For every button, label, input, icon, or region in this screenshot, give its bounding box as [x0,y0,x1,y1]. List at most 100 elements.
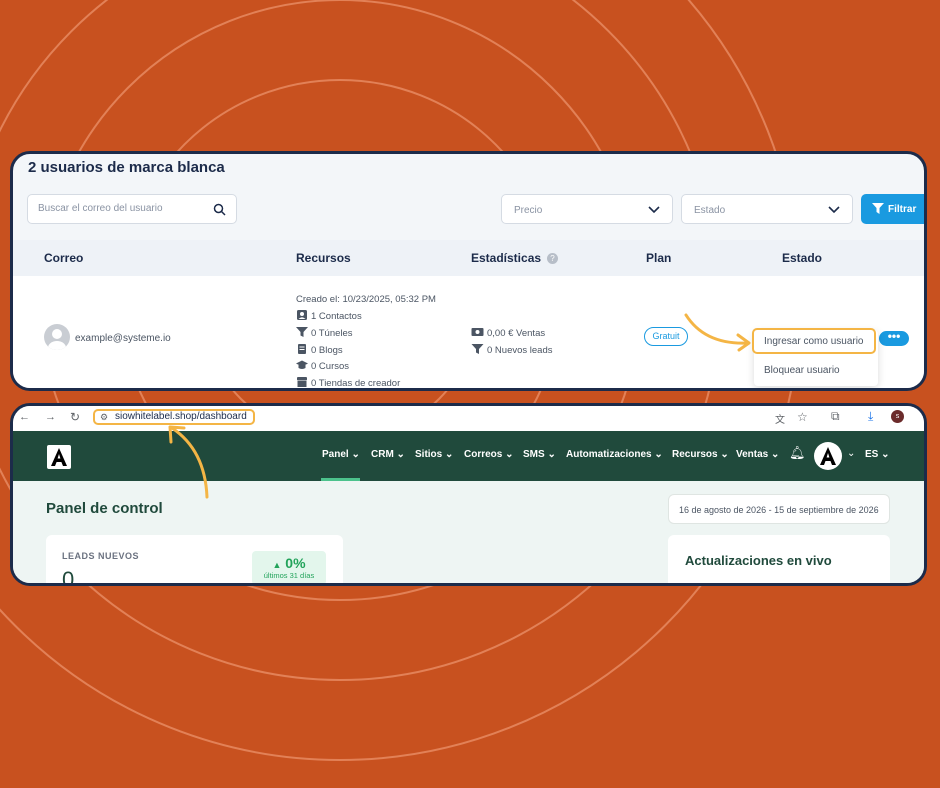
growth-period: últimos 31 días [263,571,315,580]
table-header: Correo Recursos Estadísticas ? Plan Esta… [13,240,924,276]
translate-icon[interactable]: 文 [775,411,785,426]
date-range-picker[interactable]: 16 de agosto de 2026 - 15 de septiembre … [668,494,890,524]
nav-crm[interactable]: CRM ⌄ [371,449,405,460]
address-bar-url: siowhitelabel.shop/dashboard [115,411,247,422]
live-updates-title: Actualizaciones en vivo [685,553,832,568]
new-leads-card: LEADS NUEVOS 0 ▲ 0% últimos 31 días [46,535,343,586]
growth-percent: 0% [285,555,306,571]
resource-stores: 0 Tiendas de creador [296,377,401,389]
funnel-icon [296,327,308,337]
nav-correos-label: Correos [464,449,503,460]
store-icon [297,377,307,387]
nav-automatizaciones-label: Automatizaciones [566,449,652,460]
nav-ventas[interactable]: Ventas ⌄ [736,449,779,460]
resource-blogs-label: 0 Blogs [311,345,343,356]
browser-toolbar: ← → ↻ ⚙ siowhitelabel.shop/dashboard 文 ☆… [13,406,924,431]
new-leads-value: 0 [62,567,75,586]
chevron-down-icon[interactable]: ⌄ [847,448,855,459]
contacts-icon [297,310,307,320]
estado-select-label: Estado [694,205,726,216]
resource-blogs: 0 Blogs [296,344,343,356]
resource-contacts-label: 1 Contactos [311,311,362,322]
nav-panel[interactable]: Panel ⌄ [322,449,360,460]
extensions-icon[interactable]: ⧉ [831,409,840,424]
user-email: example@systeme.io [75,333,171,344]
info-icon[interactable]: ? [547,253,558,264]
forward-icon[interactable]: → [45,411,56,423]
precio-select-label: Precio [514,205,543,216]
account-avatar[interactable] [814,442,842,470]
nav-sitios-label: Sitios [415,449,443,460]
back-icon[interactable]: ← [19,411,30,423]
arrow-up-icon: ▲ [272,560,282,570]
column-recursos: Recursos [296,251,351,265]
site-settings-icon[interactable]: ⚙ [100,411,108,423]
money-icon [471,328,484,336]
stat-sales-label: 0,00 € Ventas [487,328,546,339]
graduation-cap-icon [296,360,308,369]
background-arcs [0,0,801,761]
avatar [44,324,70,350]
nav-sitios[interactable]: Sitios ⌄ [415,449,453,460]
address-bar[interactable]: ⚙ siowhitelabel.shop/dashboard [93,409,255,425]
actions-dropdown: Ingresar como usuario Bloquear usuario [752,328,878,386]
search-input[interactable] [38,203,198,214]
resource-contacts: 1 Contactos [296,310,362,322]
download-icon[interactable]: ⤓ [868,409,873,424]
column-estado: Estado [782,251,823,265]
profile-avatar[interactable]: s [891,410,904,423]
nav-automatizaciones[interactable]: Automatizaciones ⌄ [566,449,663,460]
resource-funnels-label: 0 Túneles [311,328,353,339]
filter-icon [872,203,884,217]
created-date: Creado el: 10/23/2025, 05:32 PM [296,294,436,305]
column-correo: Correo [44,251,84,265]
resource-courses: 0 Cursos [296,360,349,372]
filter-button[interactable]: Filtrar [861,194,924,224]
white-label-users-card: 2 usuarios de marca blanca Precio Estado… [10,151,927,391]
bell-icon[interactable]: 🔔︎ [789,445,806,461]
nav-recursos[interactable]: Recursos ⌄ [672,449,729,460]
login-as-user-item[interactable]: Ingresar como usuario [752,328,876,354]
stat-leads: 0 Nuevos leads [471,344,552,356]
chevron-down-icon [828,204,840,217]
stat-leads-label: 0 Nuevos leads [487,345,553,356]
resource-stores-label: 0 Tiendas de creador [311,378,401,389]
search-icon[interactable] [213,203,226,221]
more-actions-button[interactable]: ••• [879,330,909,346]
funnel-icon [471,344,484,354]
resource-funnels: 0 Túneles [296,327,353,339]
nav-ventas-label: Ventas [736,449,769,460]
precio-select[interactable]: Precio [501,194,673,224]
blog-icon [298,344,306,354]
date-range-label: 16 de agosto de 2026 - 15 de septiembre … [679,505,879,515]
star-icon[interactable]: ☆ [797,410,808,424]
live-updates-card: Actualizaciones en vivo [668,535,890,583]
user-dashboard-card: ← → ↻ ⚙ siowhitelabel.shop/dashboard 文 ☆… [10,403,927,586]
nav-panel-label: Panel [322,449,349,460]
page-title: 2 usuarios de marca blanca [28,159,225,176]
column-plan: Plan [646,251,672,265]
nav-sms[interactable]: SMS ⌄ [523,449,556,460]
language-selector[interactable]: ES ⌄ [865,449,890,460]
estado-select[interactable]: Estado [681,194,853,224]
dashboard-content: Panel de control 16 de agosto de 2026 - … [13,481,924,586]
plan-badge: Gratuit [644,327,688,346]
block-user-item[interactable]: Bloquear usuario [764,365,840,376]
chevron-down-icon [648,204,660,217]
reload-icon[interactable]: ↻ [70,410,80,424]
dashboard-title: Panel de control [46,500,163,517]
chevron-down-icon: ⌄ [872,504,879,513]
brand-logo[interactable] [47,445,71,469]
language-label: ES [865,449,879,460]
nav-sms-label: SMS [523,449,545,460]
column-estadisticas: Estadísticas [471,251,542,265]
nav-crm-label: CRM [371,449,394,460]
new-leads-label: LEADS NUEVOS [62,551,140,561]
nav-correos[interactable]: Correos ⌄ [464,449,514,460]
search-field[interactable] [27,194,237,224]
stat-sales: 0,00 € Ventas [471,327,545,339]
resource-courses-label: 0 Cursos [311,361,350,372]
nav-recursos-label: Recursos [672,449,718,460]
top-navigation: Panel ⌄ CRM ⌄ Sitios ⌄ Correos ⌄ SMS ⌄ A… [13,431,924,481]
growth-badge: ▲ 0% últimos 31 días [252,551,326,583]
